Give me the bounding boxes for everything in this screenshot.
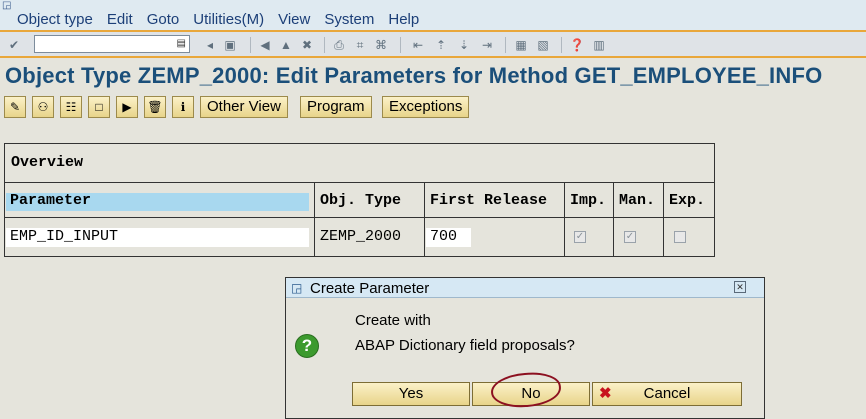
delete-icon[interactable]: 🗑 xyxy=(144,96,166,118)
menu-bar: ◲ Object type Edit Goto Utilities(M) Vie… xyxy=(0,0,866,32)
other-view-button[interactable]: Other View xyxy=(200,96,288,118)
cell-imp: ✓ xyxy=(565,218,614,256)
next-page-icon[interactable]: ⇣ xyxy=(456,37,472,53)
create-icon[interactable]: □ xyxy=(88,96,110,118)
last-page-icon[interactable]: ⇥ xyxy=(479,37,495,53)
yes-button[interactable]: Yes xyxy=(352,382,470,406)
cell-first-release[interactable]: 700 xyxy=(425,218,565,256)
dialog-title: Create Parameter xyxy=(310,280,430,297)
create-with-template-icon[interactable]: ▶ xyxy=(116,96,138,118)
header-first-release[interactable]: First Release xyxy=(425,183,565,217)
toolbar-separator xyxy=(250,37,251,53)
parameters-table: Overview Parameter Obj. Type First Relea… xyxy=(4,143,715,257)
header-obj-type[interactable]: Obj. Type xyxy=(315,183,425,217)
command-field[interactable]: ▤ xyxy=(34,35,190,53)
layout-menu-icon[interactable]: ▥ xyxy=(591,37,607,53)
find-icon[interactable]: ⌗ xyxy=(352,37,368,53)
man-checkbox[interactable]: ✓ xyxy=(624,231,636,243)
page-title: Object Type ZEMP_2000: Edit Parameters f… xyxy=(5,63,823,88)
menu-items: Object type Edit Goto Utilities(M) View … xyxy=(17,11,419,28)
cell-obj-type[interactable]: ZEMP_2000 xyxy=(315,218,425,256)
shortcut-icon[interactable]: ▧ xyxy=(535,37,551,53)
exceptions-button[interactable]: Exceptions xyxy=(382,96,470,118)
help-icon[interactable]: ❓ xyxy=(569,37,585,53)
toolbar-separator xyxy=(324,37,325,53)
display-change-icon[interactable]: ✎ xyxy=(4,96,26,118)
cancel-button[interactable]: ✖ Cancel xyxy=(592,382,742,406)
application-toolbar: ✎ ⚇ ☷ □ ▶ 🗑 ℹ Other View Program Excepti… xyxy=(0,94,866,124)
question-icon: ? xyxy=(295,334,319,358)
triangle-left-icon[interactable]: ◂ xyxy=(202,37,218,53)
dialog-title-bar: ◲ Create Parameter ✕ xyxy=(286,278,764,298)
yes-button-label: Yes xyxy=(398,385,424,402)
exp-checkbox[interactable] xyxy=(674,231,686,243)
cancel-x-icon: ✖ xyxy=(599,385,612,402)
menu-view[interactable]: View xyxy=(278,11,310,28)
table-row[interactable]: EMP_ID_INPUT ZEMP_2000 700 ✓ ✓ xyxy=(5,218,714,256)
previous-page-icon[interactable]: ⇡ xyxy=(433,37,449,53)
close-icon[interactable]: ✕ xyxy=(734,281,746,293)
header-exp[interactable]: Exp. xyxy=(664,183,714,217)
cell-parameter-value: EMP_ID_INPUT xyxy=(10,228,119,245)
exit-icon[interactable]: ▲ xyxy=(278,37,294,53)
back-icon[interactable]: ◀ xyxy=(257,37,273,53)
header-imp[interactable]: Imp. xyxy=(565,183,614,217)
cell-parameter[interactable]: EMP_ID_INPUT xyxy=(5,218,315,256)
dialog-window-icon: ◲ xyxy=(291,281,303,295)
create-parameter-dialog: ◲ Create Parameter ✕ ? Create with ABAP … xyxy=(285,277,765,419)
create-session-icon[interactable]: ▦ xyxy=(513,37,529,53)
header-parameter[interactable]: Parameter xyxy=(5,183,315,217)
toolbar-separator xyxy=(400,37,401,53)
table-header-row: Parameter Obj. Type First Release Imp. M… xyxy=(5,182,714,218)
imp-checkbox[interactable]: ✓ xyxy=(574,231,586,243)
header-man-label: Man. xyxy=(619,192,656,209)
toolbar-separator xyxy=(561,37,562,53)
overview-title: Overview xyxy=(11,154,84,171)
menu-goto[interactable]: Goto xyxy=(147,11,180,28)
dialog-message-line2: ABAP Dictionary field proposals? xyxy=(355,337,575,354)
header-man[interactable]: Man. xyxy=(614,183,664,217)
hierarchy-icon[interactable]: ☷ xyxy=(60,96,82,118)
menu-edit[interactable]: Edit xyxy=(107,11,133,28)
save-icon[interactable]: ▣ xyxy=(222,37,238,53)
header-parameter-label: Parameter xyxy=(10,192,92,209)
menu-system[interactable]: System xyxy=(324,11,374,28)
system-menu-icon[interactable]: ◲ xyxy=(2,1,12,11)
header-exp-label: Exp. xyxy=(669,192,706,209)
cell-first-release-value: 700 xyxy=(430,228,458,245)
header-imp-label: Imp. xyxy=(570,192,607,209)
other-object-icon[interactable]: ⚇ xyxy=(32,96,54,118)
header-first-release-label: First Release xyxy=(430,192,548,209)
menu-help[interactable]: Help xyxy=(388,11,419,28)
header-obj-type-label: Obj. Type xyxy=(320,192,402,209)
cancel-icon[interactable]: ✖ xyxy=(299,37,315,53)
cancel-button-label: Cancel xyxy=(643,385,691,402)
find-next-icon[interactable]: ⌘ xyxy=(373,37,389,53)
toolbar-separator xyxy=(505,37,506,53)
enter-icon[interactable]: ✔ xyxy=(6,37,22,53)
print-icon[interactable]: ⎙ xyxy=(331,37,347,53)
dialog-message-line1: Create with xyxy=(355,312,431,329)
menu-object-type[interactable]: Object type xyxy=(17,11,93,28)
cell-obj-type-value: ZEMP_2000 xyxy=(320,228,402,245)
cell-exp xyxy=(664,218,714,256)
cell-man: ✓ xyxy=(614,218,664,256)
menu-utilities[interactable]: Utilities(M) xyxy=(193,11,264,28)
program-button[interactable]: Program xyxy=(300,96,372,118)
command-history-icon[interactable]: ▤ xyxy=(177,38,186,49)
standard-toolbar: ✔ ▤ ◂ ▣ ◀ ▲ ✖ ⎙ ⌗ ⌘ ⇤ ⇡ ⇣ ⇥ ▦ ▧ ❓ ▥ xyxy=(0,32,866,58)
first-page-icon[interactable]: ⇤ xyxy=(410,37,426,53)
info-icon[interactable]: ℹ xyxy=(172,96,194,118)
